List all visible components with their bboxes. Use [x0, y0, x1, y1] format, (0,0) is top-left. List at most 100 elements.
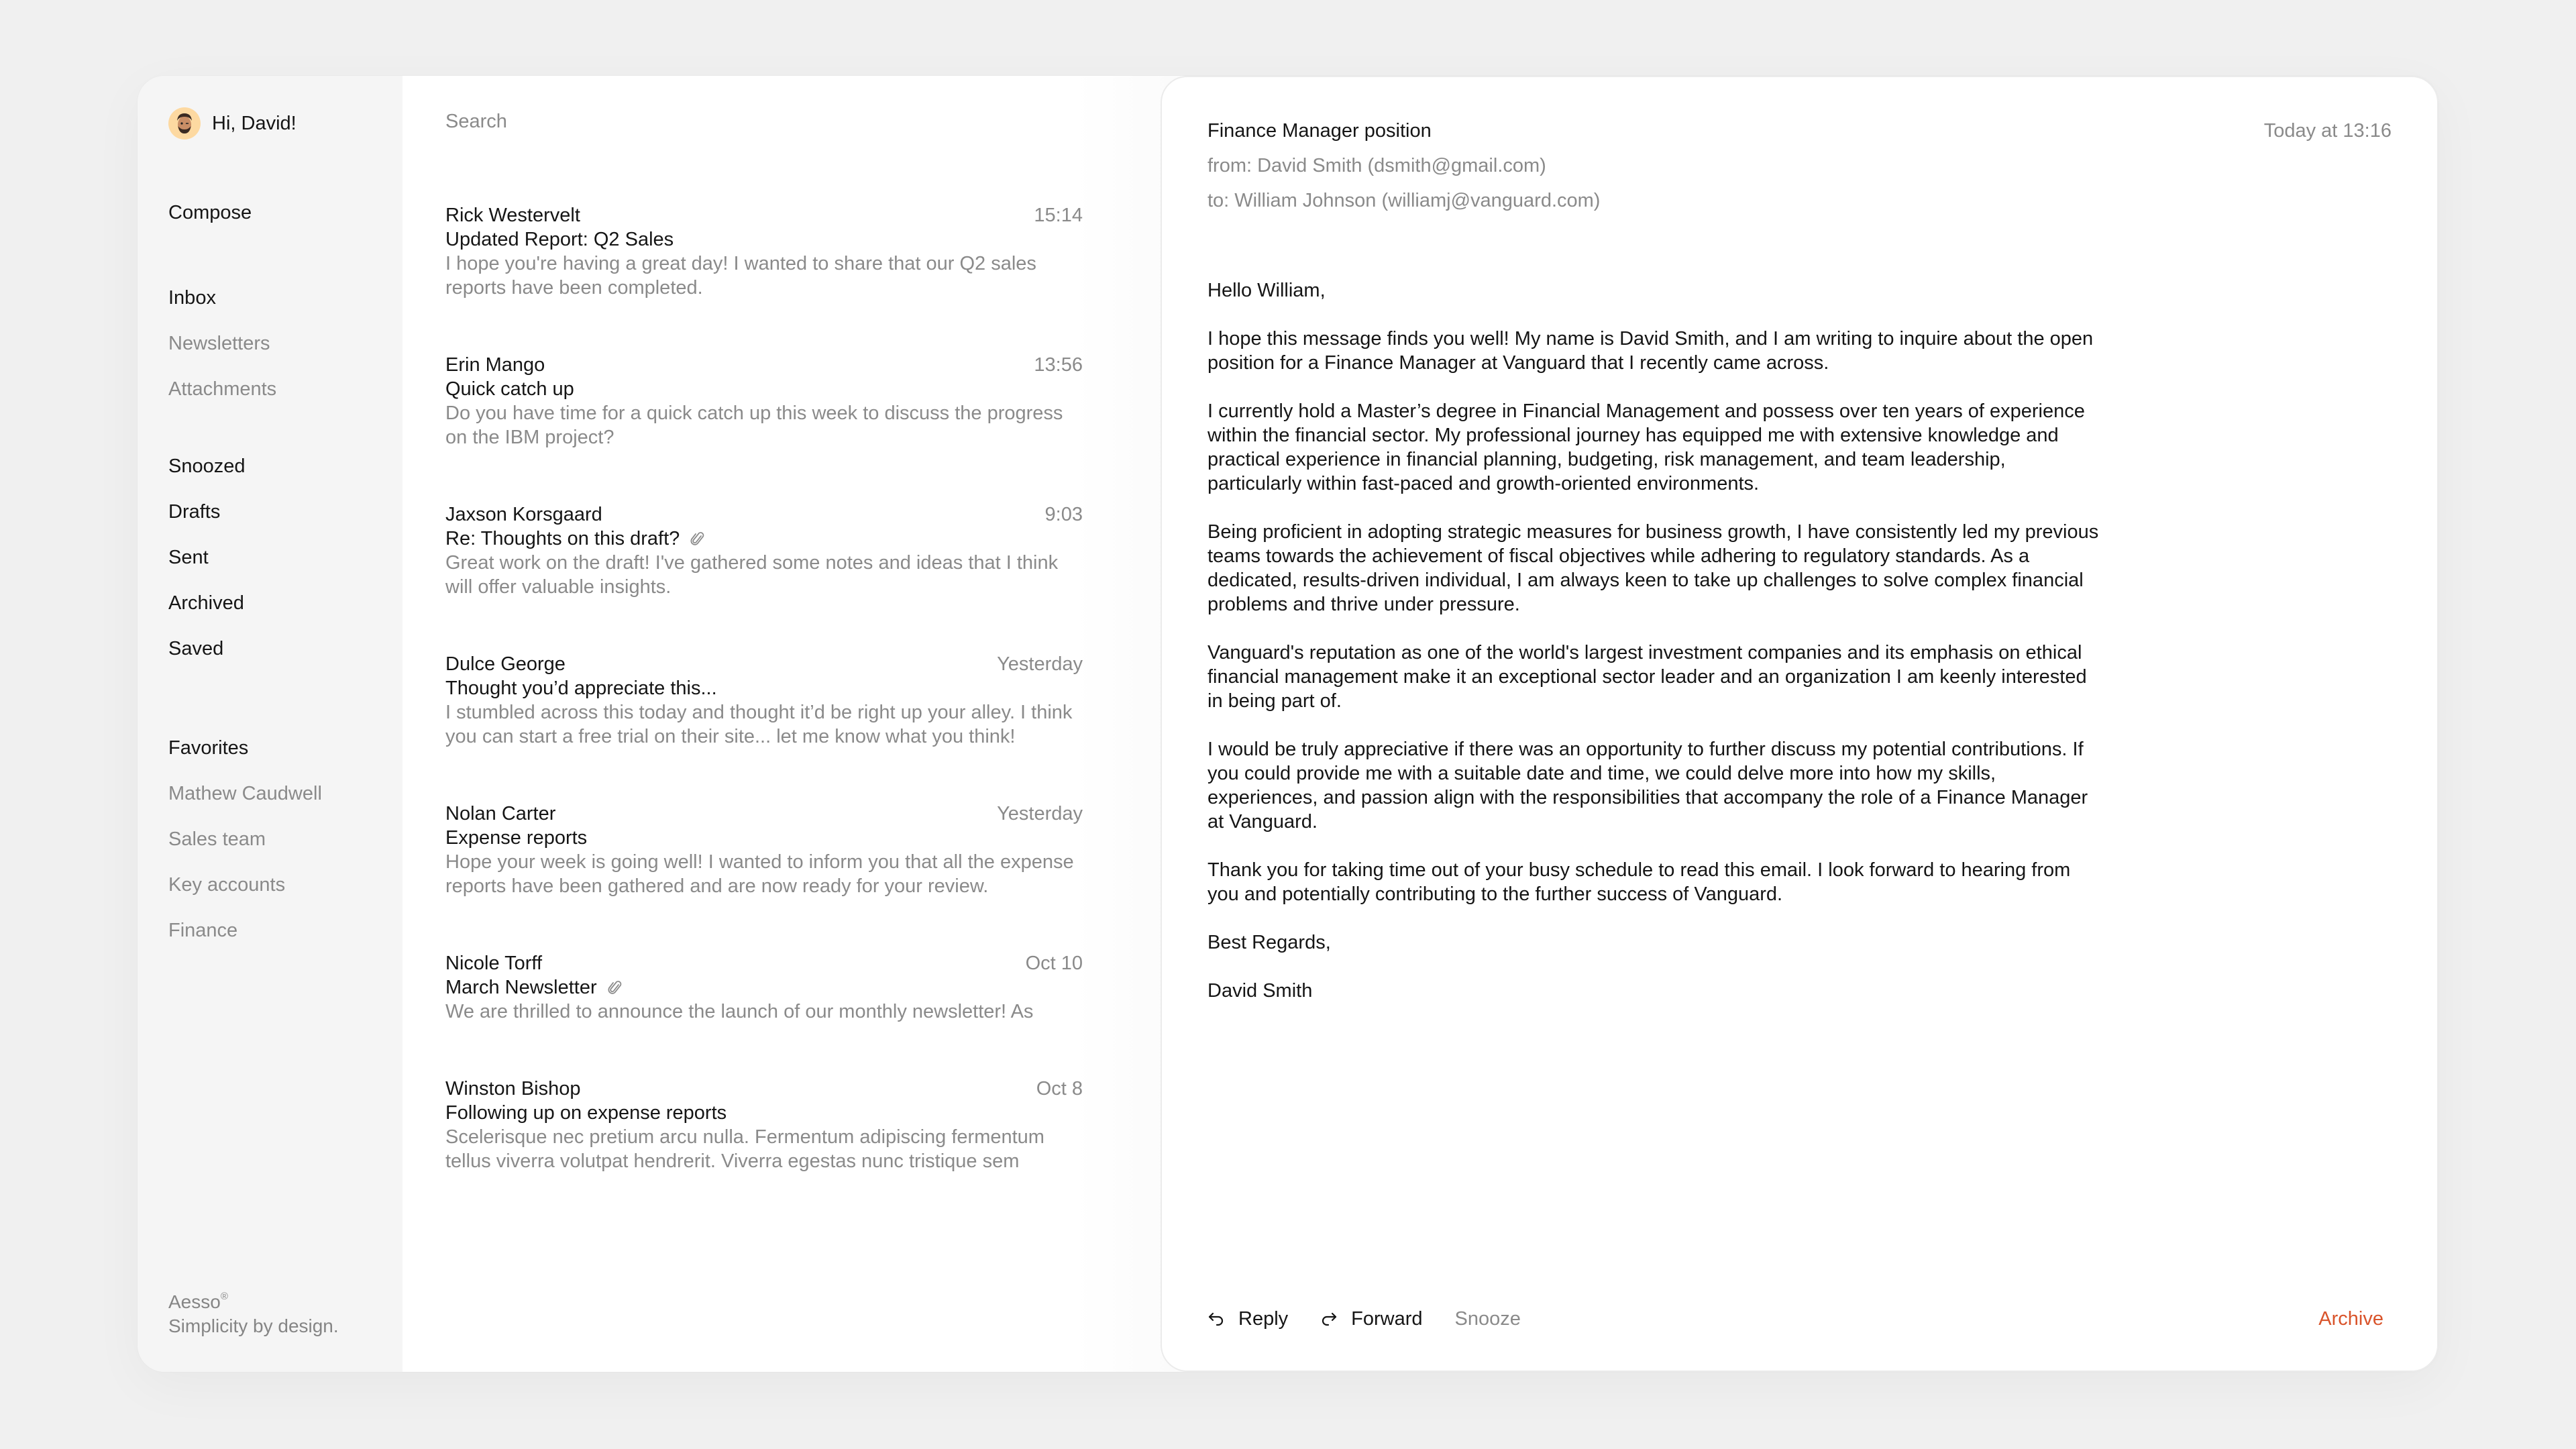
email-subject-text: Quick catch up	[445, 378, 574, 400]
sidebar-item-key-accounts[interactable]: Key accounts	[168, 862, 322, 908]
sidebar-item-snoozed[interactable]: Snoozed	[168, 443, 246, 489]
sidebar-item-drafts[interactable]: Drafts	[168, 489, 246, 535]
reply-label: Reply	[1238, 1308, 1289, 1330]
compose-section: Compose	[168, 190, 252, 235]
greeting-text: Hi, David!	[212, 112, 297, 134]
sidebar-item-inbox[interactable]: Inbox	[168, 275, 276, 321]
email-subject-line: Thought you’d appreciate this...	[445, 676, 1083, 700]
email-header-row: Nolan Carter Yesterday	[445, 802, 1083, 826]
email-preview: Do you have time for a quick catch up th…	[445, 402, 1063, 448]
body-paragraph: Thank you for taking time out of your bu…	[1208, 859, 2071, 905]
email-time: Oct 10	[1025, 953, 1083, 974]
favorites-heading[interactable]: Favorites	[168, 725, 322, 771]
email-sender: Nolan Carter	[445, 803, 556, 824]
brand-tagline: Simplicity by design.	[168, 1316, 339, 1336]
user-greeting[interactable]: Hi, David!	[168, 107, 297, 140]
email-preview: I hope you're having a great day! I want…	[445, 253, 1036, 299]
mail-app-window: Hi, David! Compose Inbox Newsletters Att…	[138, 76, 2438, 1372]
email-sender: Jaxson Korsgaard	[445, 504, 602, 525]
reply-button[interactable]: Reply	[1208, 1308, 1288, 1330]
email-list-item[interactable]: Winston Bishop Oct 8 Following up on expen…	[445, 1077, 1083, 1173]
email-time: Yesterday	[997, 653, 1083, 675]
sidebar-item-newsletters[interactable]: Newsletters	[168, 321, 276, 366]
email-header-row: Erin Mango 13:56	[445, 353, 1083, 377]
avatar[interactable]	[168, 107, 201, 140]
email-list-item[interactable]: Rick Westervelt 15:14 Updated Report: Q2 S…	[445, 203, 1083, 300]
body-paragraph: I hope this message finds you well! My n…	[1208, 328, 2094, 374]
email-subject-line: Updated Report: Q2 Sales	[445, 227, 1083, 252]
email-sender: Rick Westervelt	[445, 205, 580, 226]
search-input[interactable]	[445, 111, 1049, 133]
folders-nav: Snoozed Drafts Sent Archived Saved	[168, 443, 246, 672]
email-sender: Winston Bishop	[445, 1078, 581, 1099]
sidebar-item-attachments[interactable]: Attachments	[168, 366, 276, 412]
sidebar-item-archived[interactable]: Archived	[168, 580, 246, 626]
compose-button[interactable]: Compose	[168, 190, 252, 235]
email-subject-text: Updated Report: Q2 Sales	[445, 229, 674, 250]
email-subject-line: March Newsletter	[445, 975, 1083, 1000]
email-subject-line: Expense reports	[445, 826, 1083, 850]
email-subject-line: Re: Thoughts on this draft?	[445, 527, 1083, 551]
email-subject-text: March Newsletter	[445, 977, 597, 998]
email-subject-text: Expense reports	[445, 827, 588, 849]
forward-label: Forward	[1351, 1308, 1423, 1330]
snooze-label: Snooze	[1454, 1308, 1521, 1330]
sidebar-item-sent[interactable]: Sent	[168, 535, 246, 580]
body-signature: David Smith	[1208, 980, 1313, 1002]
email-actions: Reply Forward Snooze Archive	[1208, 1308, 2383, 1330]
email-sender: Dulce George	[445, 653, 566, 675]
email-time: 15:14	[1034, 205, 1083, 226]
email-body: Hello William, I hope this message finds…	[1208, 278, 2100, 1027]
email-list-panel: Rick Westervelt 15:14 Updated Report: Q2 S…	[402, 76, 1194, 1372]
email-subject-line: Following up on expense reports	[445, 1101, 1083, 1125]
email-subject-text: Thought you’d appreciate this...	[445, 678, 717, 699]
email-preview: Hope your week is going well! I wanted t…	[445, 851, 1074, 897]
email-time: 9:03	[1044, 504, 1083, 525]
email-list-item[interactable]: Dulce George Yesterday Thought you’d appre…	[445, 652, 1083, 749]
email-preview: I stumbled across this today and thought…	[445, 702, 1073, 747]
email-sender: Erin Mango	[445, 354, 545, 376]
email-header-row: Nicole Torff Oct 10	[445, 951, 1083, 975]
sidebar-item-mathew-caudwell[interactable]: Mathew Caudwell	[168, 771, 322, 816]
body-signoff: Best Regards,	[1208, 932, 1331, 953]
brand-footer: Aesso® Simplicity by design.	[168, 1285, 339, 1338]
forward-button[interactable]: Forward	[1320, 1308, 1423, 1330]
email-subject-text: Following up on expense reports	[445, 1102, 727, 1124]
paperclip-icon	[608, 979, 623, 996]
email-subject-text: Re: Thoughts on this draft?	[445, 528, 680, 549]
email-header-row: Winston Bishop Oct 8	[445, 1077, 1083, 1101]
email-list-item[interactable]: Nicole Torff Oct 10 March Newsletter We are…	[445, 951, 1083, 1024]
email-preview: We are thrilled to announce the launch o…	[445, 1001, 1034, 1022]
reading-pane: Finance Manager position Today at 13:16 …	[1161, 76, 2438, 1372]
body-paragraph: I currently hold a Master’s degree in Fi…	[1208, 400, 2085, 494]
registered-mark: ®	[220, 1291, 228, 1302]
email-list-item[interactable]: Nolan Carter Yesterday Expense reports Hope…	[445, 802, 1083, 898]
email-sender: Nicole Torff	[445, 953, 542, 974]
brand-name: Aesso®	[168, 1285, 339, 1314]
archive-label: Archive	[2318, 1308, 2383, 1330]
email-to: to: William Johnson (williamj@vanguard.c…	[1208, 190, 1601, 211]
brand-text: Aesso	[168, 1291, 221, 1312]
email-list-item[interactable]: Erin Mango 13:56 Quick catch up Do you have…	[445, 353, 1083, 449]
memoji-avatar-icon	[177, 113, 192, 133]
email-subject: Finance Manager position	[1208, 120, 1432, 142]
email-date: Today at 13:16	[2263, 120, 2392, 142]
body-paragraph: I would be truly appreciative if there w…	[1208, 739, 2088, 833]
paperclip-icon	[690, 530, 705, 547]
favorites-nav: Favorites Mathew Caudwell Sales team Key…	[168, 725, 322, 953]
email-header-row: Dulce George Yesterday	[445, 652, 1083, 676]
sidebar-item-sales-team[interactable]: Sales team	[168, 816, 322, 862]
archive-button[interactable]: Archive	[2318, 1308, 2383, 1330]
snooze-button[interactable]: Snooze	[1455, 1308, 1521, 1330]
body-paragraph: Vanguard's reputation as one of the worl…	[1208, 642, 2087, 712]
body-paragraph: Hello William,	[1208, 280, 1326, 301]
email-time: Oct 8	[1036, 1078, 1083, 1099]
reply-icon	[1208, 1312, 1224, 1326]
email-list-item[interactable]: Jaxson Korsgaard 9:03 Re: Thoughts on this…	[445, 502, 1083, 599]
sidebar: Hi, David! Compose Inbox Newsletters Att…	[138, 76, 402, 1372]
sidebar-item-saved[interactable]: Saved	[168, 626, 246, 672]
body-paragraph: Being proficient in adopting strategic m…	[1208, 521, 2099, 615]
email-time: 13:56	[1034, 354, 1083, 376]
sidebar-item-finance[interactable]: Finance	[168, 908, 322, 953]
email-from: from: David Smith (dsmith@gmail.com)	[1208, 155, 1546, 176]
